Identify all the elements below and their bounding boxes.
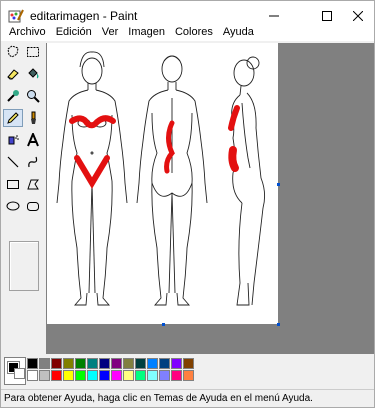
- color-swatch[interactable]: [51, 370, 62, 381]
- tool-free-form-select[interactable]: [3, 43, 23, 61]
- color-swatch[interactable]: [87, 370, 98, 381]
- color-swatch[interactable]: [183, 370, 194, 381]
- color-swatch[interactable]: [63, 358, 74, 369]
- tool-pencil[interactable]: [3, 109, 23, 127]
- color-swatch[interactable]: [123, 358, 134, 369]
- window-title: editarimagen - Paint: [30, 9, 138, 23]
- body-outline-figures: [56, 51, 266, 306]
- menu-imagen[interactable]: Imagen: [123, 23, 170, 41]
- side-figure: [231, 56, 266, 306]
- menu-colores[interactable]: Colores: [170, 23, 218, 41]
- line-icon: [7, 156, 19, 168]
- resize-handle-corner[interactable]: [277, 323, 280, 326]
- menu-archivo[interactable]: Archivo: [4, 23, 51, 41]
- close-icon: [353, 11, 363, 21]
- paint-window: editarimagen - Paint Archivo Edición Ver…: [0, 0, 375, 408]
- color-swatch[interactable]: [135, 370, 146, 381]
- color-swatch[interactable]: [111, 358, 122, 369]
- color-swatch[interactable]: [99, 370, 110, 381]
- minimize-icon: [269, 15, 279, 17]
- tool-line[interactable]: [3, 153, 23, 171]
- maximize-icon: [322, 11, 332, 21]
- color-swatch[interactable]: [135, 358, 146, 369]
- brush-icon: [31, 111, 36, 124]
- color-swatch[interactable]: [183, 358, 194, 369]
- free-form-select-icon: [7, 45, 19, 58]
- fill-bucket-icon: [28, 68, 39, 79]
- current-colors[interactable]: [4, 357, 26, 385]
- airbrush-icon: [8, 135, 19, 145]
- color-swatch[interactable]: [99, 358, 110, 369]
- text-icon: [27, 133, 39, 147]
- tool-rectangle[interactable]: [3, 175, 23, 193]
- status-text: Para obtener Ayuda, haga clic en Temas d…: [4, 393, 313, 404]
- tool-options-box[interactable]: [9, 241, 39, 291]
- resize-handle-right[interactable]: [277, 183, 280, 186]
- tool-ellipse[interactable]: [3, 197, 23, 215]
- color-swatch[interactable]: [87, 358, 98, 369]
- color-swatch[interactable]: [63, 370, 74, 381]
- curve-icon: [28, 156, 38, 168]
- color-swatch[interactable]: [51, 358, 62, 369]
- paint-app-icon: [8, 9, 24, 23]
- menu-ayuda[interactable]: Ayuda: [218, 23, 259, 41]
- rectangle-icon: [7, 180, 19, 189]
- tool-rounded-rectangle[interactable]: [23, 197, 43, 215]
- color-swatches: [27, 358, 194, 381]
- tool-curve[interactable]: [23, 153, 43, 171]
- color-swatch[interactable]: [123, 370, 134, 381]
- resize-handle-bottom[interactable]: [162, 323, 165, 326]
- color-swatch[interactable]: [171, 358, 182, 369]
- drawing-canvas[interactable]: [47, 43, 278, 324]
- canvas-area[interactable]: [46, 43, 374, 354]
- tool-eraser[interactable]: [3, 65, 23, 83]
- background-color: [14, 368, 25, 379]
- status-bar: Para obtener Ayuda, haga clic en Temas d…: [1, 389, 374, 407]
- tool-brush[interactable]: [23, 109, 43, 127]
- color-swatch[interactable]: [147, 358, 158, 369]
- tool-box: [3, 43, 43, 353]
- magnifier-icon: [27, 90, 40, 103]
- rect-select-icon: [27, 47, 39, 57]
- color-swatch[interactable]: [27, 370, 38, 381]
- color-swatch[interactable]: [159, 358, 170, 369]
- pencil-icon: [7, 112, 19, 124]
- color-swatch[interactable]: [27, 358, 38, 369]
- color-swatch[interactable]: [159, 370, 170, 381]
- rounded-rectangle-icon: [27, 202, 39, 211]
- tool-rect-select[interactable]: [23, 43, 43, 61]
- menu-edicion[interactable]: Edición: [51, 23, 97, 41]
- back-figure: [136, 55, 208, 306]
- color-palette-bar: [1, 354, 374, 387]
- tool-magnifier[interactable]: [23, 87, 43, 105]
- tool-text[interactable]: [23, 131, 43, 149]
- tool-polygon[interactable]: [23, 175, 43, 193]
- polygon-icon: [27, 179, 39, 190]
- eraser-icon: [7, 69, 19, 80]
- ellipse-icon: [6, 201, 20, 211]
- menu-bar: Archivo Edición Ver Imagen Colores Ayuda: [1, 23, 374, 41]
- tool-airbrush[interactable]: [3, 131, 23, 149]
- color-swatch[interactable]: [75, 370, 86, 381]
- color-swatch[interactable]: [111, 370, 122, 381]
- color-swatch[interactable]: [39, 370, 50, 381]
- tool-fill[interactable]: [23, 65, 43, 83]
- color-swatch[interactable]: [39, 358, 50, 369]
- color-swatch[interactable]: [75, 358, 86, 369]
- color-swatch[interactable]: [171, 370, 182, 381]
- menu-ver[interactable]: Ver: [97, 23, 124, 41]
- pick-color-icon: [7, 90, 19, 102]
- tool-pick-color[interactable]: [3, 87, 23, 105]
- color-swatch[interactable]: [147, 370, 158, 381]
